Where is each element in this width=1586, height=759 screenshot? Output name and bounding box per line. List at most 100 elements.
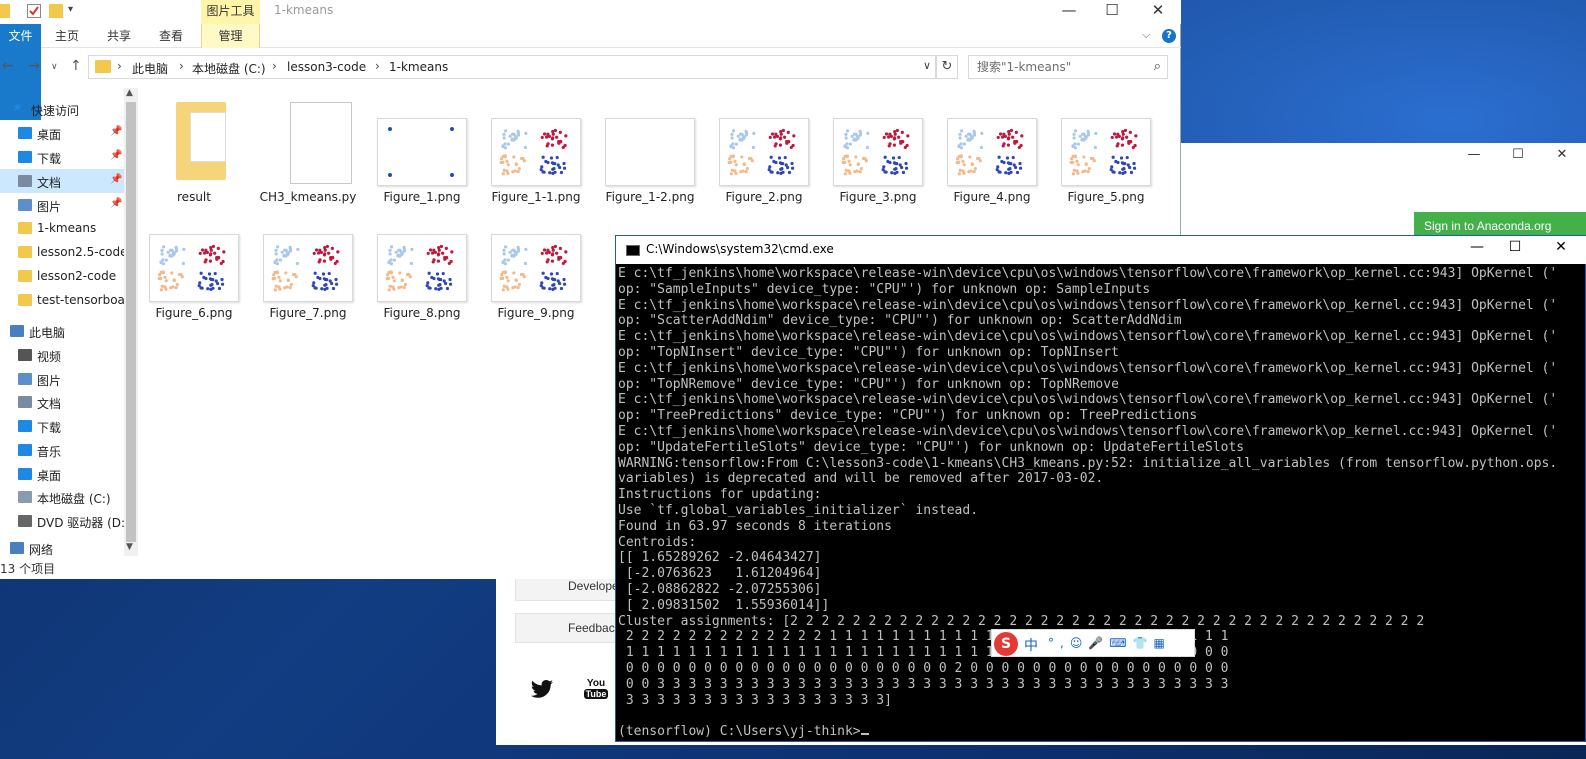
breadcrumb-separator-icon[interactable]: ›: [179, 59, 184, 73]
scroll-down-icon[interactable]: ▼: [126, 542, 133, 552]
file-item[interactable]: Figure_5.png: [1052, 100, 1160, 204]
breadcrumb-separator-icon[interactable]: ›: [117, 59, 122, 73]
pin-icon[interactable]: 📌: [110, 198, 122, 209]
search-input[interactable]: [969, 56, 1139, 78]
sidebar-item[interactable]: 图片 📌: [0, 193, 124, 217]
sidebar-item[interactable]: 1-kmeans: [0, 216, 124, 240]
breadcrumb-this-pc[interactable]: 此电脑: [132, 60, 168, 77]
pictures-icon: [18, 373, 32, 385]
sidebar-item[interactable]: 桌面: [0, 462, 124, 486]
file-name: Figure_5.png: [1067, 190, 1145, 204]
file-item[interactable]: Figure_1-1.png: [482, 100, 590, 204]
refresh-icon[interactable]: ↻: [936, 55, 958, 79]
sidebar-item-label: DVD 驱动器 (D:: [37, 516, 124, 530]
file-item[interactable]: Figure_4.png: [938, 100, 1046, 204]
image-thumbnail-icon: [947, 118, 1037, 186]
pin-icon[interactable]: 📌: [110, 126, 122, 137]
file-item[interactable]: Figure_7.png: [254, 216, 362, 320]
console-line: 0 0 0 0 0 0 0 0 0 0 0 0 0 0 0 0 0 0 0 0 …: [618, 660, 1229, 676]
image-thumbnail-icon: [1061, 118, 1151, 186]
python-file-icon: [290, 102, 352, 184]
console-line: E c:\tf_jenkins\home\workspace\release-w…: [618, 360, 1558, 376]
file-name: Figure_7.png: [269, 306, 347, 320]
forward-arrow-icon[interactable]: →: [28, 58, 40, 74]
tab-manage[interactable]: 管理: [201, 24, 260, 48]
console-line: variables) is deprecated and will be rem…: [618, 471, 1104, 487]
console-line: op: "UpdateFertileSlots" device_type: "C…: [618, 439, 1245, 455]
breadcrumb-separator-icon[interactable]: ›: [375, 59, 380, 73]
sidebar-item[interactable]: 音乐: [0, 438, 124, 462]
sidebar-item-label: 音乐: [37, 445, 62, 459]
window-title: 1-kmeans: [274, 3, 334, 17]
scrollbar-thumb[interactable]: [126, 102, 136, 542]
file-item[interactable]: Figure_3.png: [824, 100, 932, 204]
tab-home[interactable]: 主页: [48, 24, 86, 48]
sidebar-item[interactable]: lesson2.5-code: [0, 240, 124, 264]
close-button[interactable]: ✕: [1542, 147, 1582, 162]
sogou-logo-icon[interactable]: S: [994, 632, 1018, 656]
sidebar-item[interactable]: 网络: [0, 536, 124, 556]
back-arrow-icon[interactable]: ←: [2, 58, 14, 74]
breadcrumb-lesson3-code[interactable]: lesson3-code: [287, 60, 366, 74]
file-item[interactable]: Figure_2.png: [710, 100, 818, 204]
tab-view[interactable]: 查看: [152, 24, 190, 48]
tab-share[interactable]: 共享: [100, 24, 138, 48]
file-item[interactable]: CH3_kmeans.py: [254, 100, 362, 204]
console-line: E c:\tf_jenkins\home\workspace\release-w…: [618, 392, 1558, 408]
twitter-icon[interactable]: [530, 679, 554, 703]
image-thumbnail-icon: [149, 234, 239, 302]
console-output[interactable]: E c:\tf_jenkins\home\workspace\release-w…: [618, 266, 1586, 741]
file-item[interactable]: result: [140, 100, 248, 204]
close-button[interactable]: ✕: [1538, 239, 1584, 255]
maximize-button[interactable]: ☐: [1492, 239, 1538, 255]
sidebar-item[interactable]: 视频: [0, 343, 124, 367]
sidebar-item-label: 网络: [29, 543, 54, 556]
pin-icon[interactable]: 📌: [110, 174, 122, 185]
sidebar-item[interactable]: 图片: [0, 367, 124, 391]
up-arrow-icon[interactable]: ↑: [70, 58, 82, 74]
address-bar[interactable]: › 此电脑 › 本地磁盘 (C:) › lesson3-code › 1-kme…: [88, 55, 936, 79]
breadcrumb-separator-icon[interactable]: ›: [272, 59, 277, 73]
youtube-icon[interactable]: You Tube: [584, 679, 608, 703]
minimize-button[interactable]: —: [1046, 0, 1092, 22]
folder-icon: [95, 60, 111, 73]
console-line: (tensorflow) C:\Users\yj-think>: [618, 724, 1586, 740]
sidebar-item[interactable]: 下载: [0, 414, 124, 438]
file-item[interactable]: Figure_8.png: [368, 216, 476, 320]
properties-icon[interactable]: [27, 4, 41, 18]
chevron-down-icon[interactable]: ∨: [923, 59, 931, 72]
ime-mode-toggle[interactable]: 中: [1024, 635, 1038, 655]
sidebar-item-label: 桌面: [37, 469, 62, 483]
sidebar-item[interactable]: 桌面 📌: [0, 121, 124, 145]
minimize-button[interactable]: —: [1454, 147, 1494, 162]
console-line: op: "TopNInsert" device_type: "CPU"') fo…: [618, 344, 1119, 360]
file-item[interactable]: Figure_1-2.png: [596, 100, 704, 204]
file-item[interactable]: Figure_9.png: [482, 216, 590, 320]
chevron-down-icon[interactable]: ⌵: [1142, 28, 1150, 42]
customize-quick-access-icon[interactable]: ▾: [68, 4, 82, 18]
pin-icon[interactable]: 📌: [110, 150, 122, 161]
help-icon[interactable]: ?: [1162, 29, 1176, 43]
sidebar-item[interactable]: 文档 📌: [0, 169, 124, 193]
sidebar-item[interactable]: test-tensorboa: [0, 288, 124, 312]
sidebar-item[interactable]: ★ 快速访问: [0, 97, 124, 121]
file-item[interactable]: Figure_6.png: [140, 216, 248, 320]
maximize-button[interactable]: ☐: [1498, 147, 1538, 162]
sidebar-item[interactable]: lesson2-code: [0, 264, 124, 288]
breadcrumb-local-disk[interactable]: 本地磁盘 (C:): [192, 60, 266, 77]
scroll-up-icon[interactable]: ▲: [126, 88, 133, 98]
sidebar-item[interactable]: 下载 📌: [0, 145, 124, 169]
ime-tools[interactable]: °,☺🎤⌨👕▦: [1048, 636, 1171, 650]
navigation-scrollbar[interactable]: ▲ ▼: [124, 88, 138, 556]
sidebar-item[interactable]: 文档: [0, 390, 124, 414]
sidebar-item[interactable]: 此电脑: [0, 319, 124, 343]
sidebar-item[interactable]: 本地磁盘 (C:): [0, 485, 124, 509]
recent-locations-icon[interactable]: ∨: [51, 62, 58, 72]
breadcrumb-1-kmeans[interactable]: 1-kmeans: [389, 60, 448, 74]
close-button[interactable]: ✕: [1135, 0, 1181, 22]
maximize-button[interactable]: ☐: [1089, 0, 1135, 22]
new-folder-icon[interactable]: [49, 4, 63, 18]
file-item[interactable]: Figure_1.png: [368, 100, 476, 204]
sidebar-item[interactable]: DVD 驱动器 (D:: [0, 509, 124, 533]
search-icon[interactable]: ⌕: [1154, 59, 1161, 74]
